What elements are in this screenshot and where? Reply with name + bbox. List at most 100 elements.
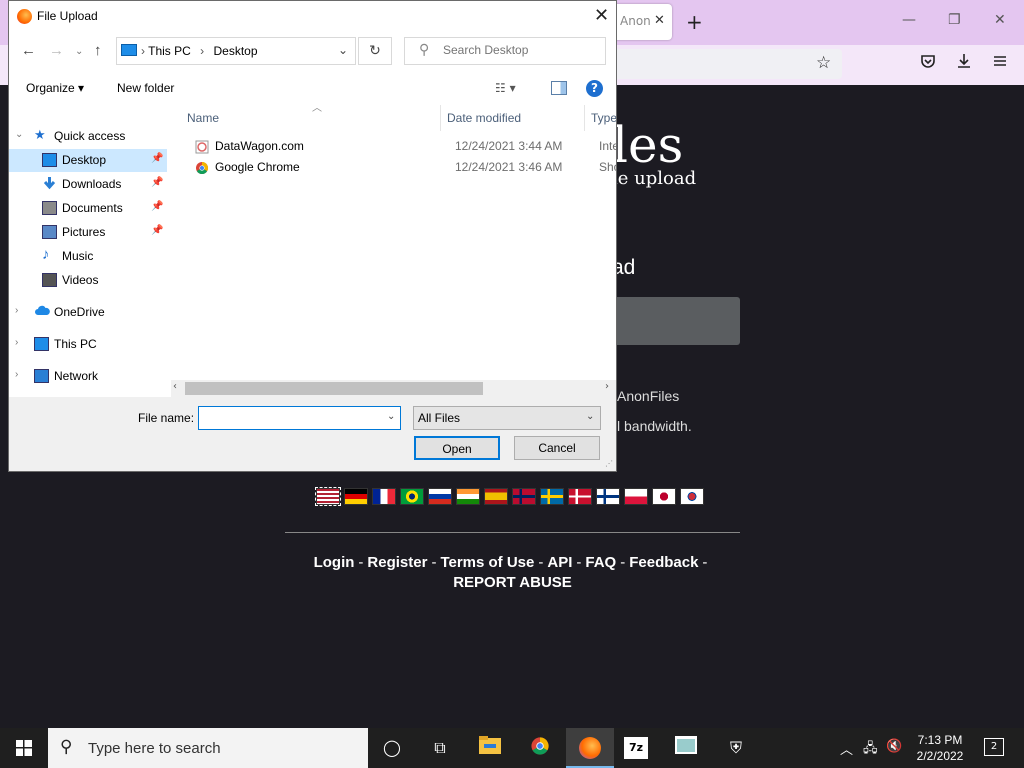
network-icon[interactable]: 🖧 [863, 739, 878, 761]
footer-link-terms-of-use[interactable]: Terms of Use [440, 554, 534, 571]
new-folder-button[interactable]: New folder [117, 81, 174, 95]
cortana-icon[interactable]: ◯ [379, 736, 405, 760]
language-flags [315, 487, 704, 506]
search-icon: ⚲ [60, 737, 73, 757]
clock[interactable]: 7:13 PM 2/2/2022 [900, 732, 980, 764]
flag-kr-icon[interactable] [680, 488, 704, 505]
preview-pane-button[interactable] [551, 81, 567, 95]
expand-chevron-right-icon[interactable]: › [15, 369, 18, 380]
flag-jp-icon[interactable] [652, 488, 676, 505]
open-button[interactable]: Open [414, 436, 500, 460]
column-separator[interactable] [584, 105, 585, 131]
breadcrumb-desktop[interactable]: Desktop [214, 44, 258, 58]
refresh-button[interactable]: ↻ [358, 37, 392, 65]
minimize-button[interactable]: — [902, 12, 916, 28]
new-tab-button[interactable]: + [686, 10, 703, 34]
file-type-select[interactable]: All Files ⌄ [413, 406, 601, 430]
expand-chevron-right-icon[interactable]: › [15, 305, 18, 316]
file-explorer-icon[interactable] [477, 736, 503, 760]
horizontal-scrollbar[interactable]: ‹ › [171, 380, 616, 397]
chrome-icon[interactable] [527, 736, 553, 760]
url-bar[interactable] [612, 49, 842, 79]
recent-locations-dropdown[interactable]: ⌄ [75, 46, 83, 57]
help-button[interactable]: ? [586, 80, 603, 97]
flag-br-icon[interactable] [400, 488, 424, 505]
pocket-icon[interactable] [919, 52, 937, 75]
chevron-down-icon[interactable]: ⌄ [387, 411, 395, 422]
footer-link-register[interactable]: Register [367, 554, 427, 571]
expand-chevron-right-icon[interactable]: › [15, 337, 18, 348]
flag-de-icon[interactable] [344, 488, 368, 505]
sidebar-item-network[interactable]: › Network [9, 365, 167, 388]
tab-close-icon[interactable]: ✕ [654, 13, 665, 28]
scroll-left-arrow[interactable]: ‹ [173, 381, 177, 392]
file-name-input[interactable] [203, 410, 378, 425]
footer-link-login[interactable]: Login [314, 554, 355, 571]
flag-us-icon[interactable] [315, 487, 341, 506]
upload-button[interactable] [600, 297, 740, 345]
sidebar-item-onedrive[interactable]: › OneDrive [9, 301, 167, 324]
browser-tab[interactable]: Anon ✕ [612, 4, 672, 40]
scrollbar-thumb[interactable] [185, 382, 483, 395]
sidebar-item-downloads[interactable]: Downloads 📌 [9, 173, 167, 196]
column-header-type[interactable]: Type [591, 111, 616, 125]
start-button[interactable] [0, 728, 48, 768]
footer-link-feedback[interactable]: Feedback [629, 554, 698, 571]
star-icon[interactable]: ☆ [816, 53, 831, 73]
flag-es-icon[interactable] [484, 488, 508, 505]
security-shield-icon[interactable]: ⛨ [723, 736, 749, 760]
window-close-button[interactable]: ✕ [994, 12, 1006, 28]
download-icon[interactable] [955, 52, 973, 75]
flag-se-icon[interactable] [540, 488, 564, 505]
restore-button[interactable]: ❐ [948, 12, 961, 28]
menu-icon[interactable] [991, 52, 1009, 75]
footer-link-faq[interactable]: FAQ [585, 554, 616, 571]
app-window-icon[interactable] [673, 736, 699, 760]
chevron-up-icon[interactable]: ︿ [840, 739, 853, 758]
taskbar-search[interactable]: ⚲ Type here to search [48, 728, 368, 768]
sidebar-item-label: Desktop [62, 153, 107, 167]
sidebar-item-quick-access[interactable]: ⌄ ★ Quick access [9, 125, 167, 148]
flag-fi-icon[interactable] [596, 488, 620, 505]
organize-button[interactable]: Organize ▾ [26, 81, 84, 95]
file-name-field[interactable]: ⌄ [198, 406, 401, 430]
search-input[interactable] [443, 43, 593, 57]
sidebar-item-pictures[interactable]: Pictures 📌 [9, 221, 167, 244]
change-view-button[interactable]: ☷ ▾ [495, 81, 516, 95]
address-bar[interactable]: › This PC › Desktop ⌄ [116, 37, 356, 65]
sidebar-item-documents[interactable]: Documents 📌 [9, 197, 167, 220]
dialog-close-button[interactable]: ✕ [594, 5, 609, 26]
resize-grip-icon[interactable]: ⋰ [605, 459, 613, 468]
scroll-right-arrow[interactable]: › [605, 381, 609, 392]
flag-pl-icon[interactable] [624, 488, 648, 505]
column-header-name[interactable]: Name [187, 111, 219, 125]
expand-chevron-down-icon[interactable]: ⌄ [15, 129, 23, 140]
sidebar-item-this-pc[interactable]: › This PC [9, 333, 167, 356]
address-dropdown-icon[interactable]: ⌄ [338, 43, 348, 57]
up-button[interactable]: ↑ [94, 42, 102, 59]
sort-ascending-icon: ︿ [312, 105, 322, 114]
sidebar-item-music[interactable]: ♪ Music [9, 245, 167, 268]
flag-in-icon[interactable] [456, 488, 480, 505]
forward-button[interactable]: → [49, 42, 64, 59]
search-box[interactable]: ⚲ [404, 37, 606, 65]
column-separator[interactable] [440, 105, 441, 131]
breadcrumb-this-pc[interactable]: This PC [148, 44, 191, 58]
report-abuse-link[interactable]: REPORT ABUSE [453, 574, 572, 591]
flag-dk-icon[interactable] [568, 488, 592, 505]
notification-center-button[interactable]: 2 [984, 738, 1004, 756]
column-header-date[interactable]: Date modified [447, 111, 521, 125]
flag-fr-icon[interactable] [372, 488, 396, 505]
file-row[interactable]: DataWagon.com 12/24/2021 3:44 AM Interr [187, 137, 616, 157]
flag-no-icon[interactable] [512, 488, 536, 505]
sidebar-item-desktop[interactable]: Desktop 📌 [9, 149, 167, 172]
7zip-icon[interactable]: 7z [624, 737, 648, 759]
footer-link-api[interactable]: API [547, 554, 572, 571]
sidebar-item-videos[interactable]: Videos [9, 269, 167, 292]
cancel-button[interactable]: Cancel [514, 436, 600, 460]
task-view-icon[interactable]: ⧉ [427, 736, 453, 760]
firefox-taskbar-button[interactable] [566, 728, 614, 768]
flag-ru-icon[interactable] [428, 488, 452, 505]
back-button[interactable]: ← [21, 42, 36, 59]
file-row[interactable]: Google Chrome 12/24/2021 3:46 AM Short [187, 158, 616, 178]
